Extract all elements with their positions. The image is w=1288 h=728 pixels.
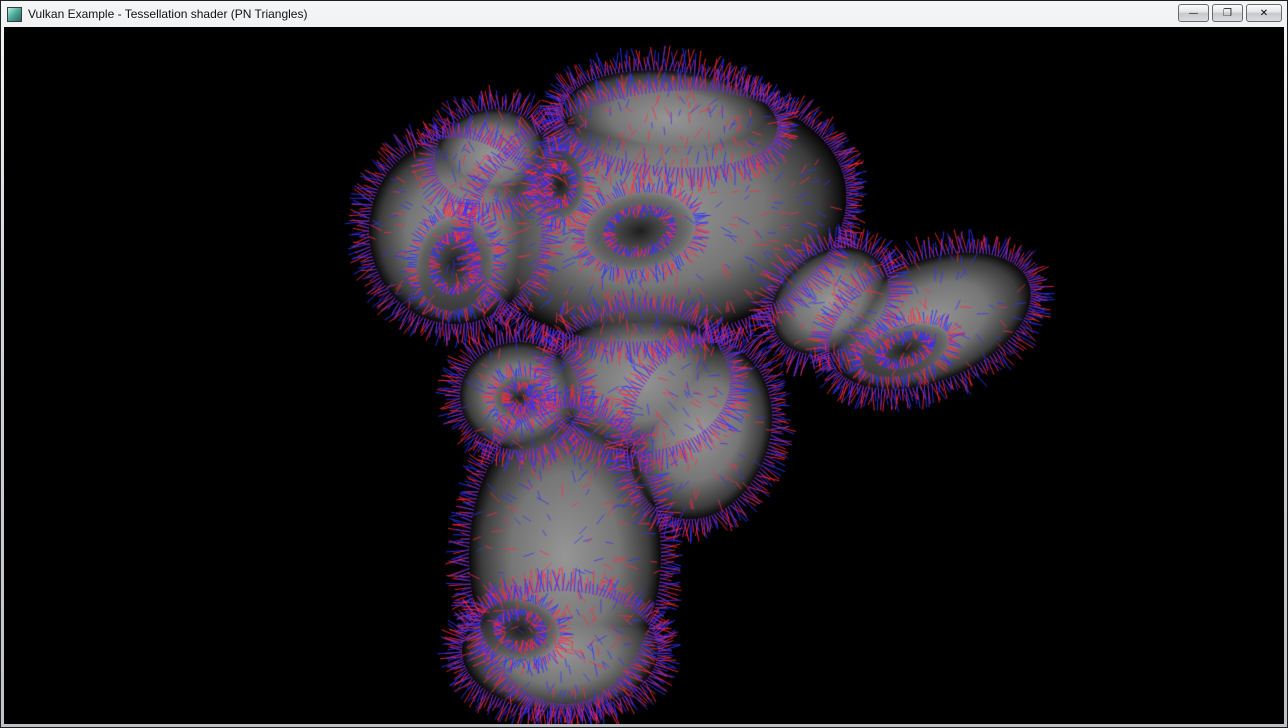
- app-window: Vulkan Example - Tessellation shader (PN…: [0, 0, 1288, 728]
- window-title: Vulkan Example - Tessellation shader (PN…: [28, 7, 307, 21]
- maximize-button[interactable]: ❐: [1212, 4, 1243, 22]
- minimize-button[interactable]: —: [1178, 4, 1209, 22]
- title-bar[interactable]: Vulkan Example - Tessellation shader (PN…: [4, 1, 1284, 27]
- render-viewport[interactable]: [4, 27, 1284, 724]
- window-icon: [7, 7, 22, 22]
- window-controls: — ❐ ✕: [1178, 4, 1282, 22]
- close-button[interactable]: ✕: [1246, 4, 1282, 22]
